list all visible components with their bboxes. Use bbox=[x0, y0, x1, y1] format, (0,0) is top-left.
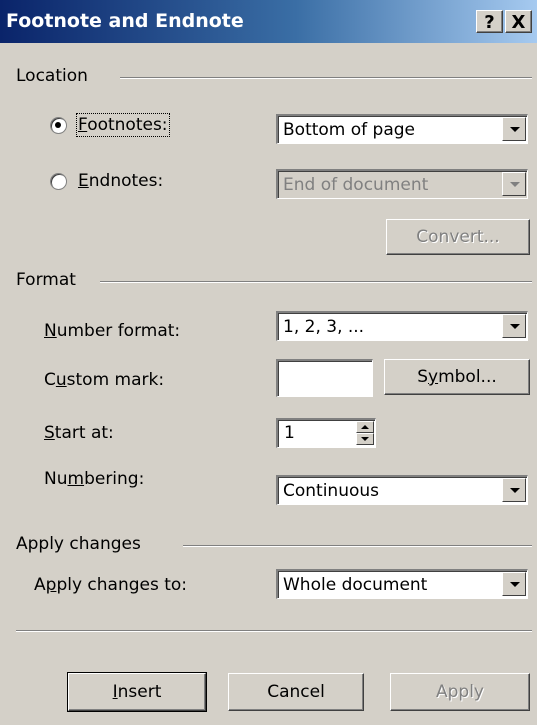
symbol-button[interactable]: Symbol... bbox=[384, 359, 530, 395]
start-at-spinner[interactable]: 1 bbox=[276, 418, 376, 448]
insert-button[interactable]: Insert bbox=[67, 672, 207, 712]
dialog-title: Footnote and Endnote bbox=[6, 10, 244, 32]
apply-changes-to-select[interactable]: Whole document bbox=[276, 569, 528, 599]
apply-changes-group-label: Apply changes bbox=[16, 534, 141, 554]
endnotes-position-dropdown-button[interactable] bbox=[502, 172, 526, 196]
help-button[interactable]: ? bbox=[476, 10, 503, 33]
format-group-label: Format bbox=[16, 270, 76, 290]
numbering-select[interactable]: Continuous bbox=[276, 475, 528, 505]
footnotes-label[interactable]: Footnotes: bbox=[76, 113, 170, 137]
numbering-dropdown-button[interactable] bbox=[502, 478, 526, 502]
chevron-down-icon bbox=[510, 324, 520, 329]
number-format-label: Number format: bbox=[44, 321, 181, 341]
custom-mark-label: Custom mark: bbox=[44, 370, 165, 390]
format-divider bbox=[100, 281, 532, 283]
apply-button[interactable]: Apply bbox=[390, 673, 530, 711]
custom-mark-input[interactable] bbox=[276, 359, 373, 397]
endnotes-position-select[interactable]: End of document bbox=[276, 169, 528, 199]
chevron-down-icon bbox=[510, 182, 520, 187]
number-format-select[interactable]: 1, 2, 3, ... bbox=[276, 311, 528, 341]
numbering-value: Continuous bbox=[283, 481, 380, 501]
endnotes-position-value: End of document bbox=[283, 175, 429, 195]
bottom-divider bbox=[16, 630, 532, 632]
apply-changes-divider bbox=[183, 545, 532, 547]
location-divider bbox=[120, 77, 532, 79]
chevron-down-icon bbox=[510, 488, 520, 493]
radio-selected-dot bbox=[55, 122, 61, 128]
apply-changes-to-value: Whole document bbox=[283, 575, 428, 595]
arrow-down-icon bbox=[361, 437, 369, 441]
footnotes-position-select[interactable]: Bottom of page bbox=[276, 114, 528, 144]
footnotes-position-dropdown-button[interactable] bbox=[502, 117, 526, 141]
apply-changes-to-label: Apply changes to: bbox=[34, 575, 188, 595]
title-bar[interactable]: Footnote and Endnote ? X bbox=[0, 0, 537, 43]
convert-button[interactable]: Convert... bbox=[386, 219, 530, 255]
number-format-value: 1, 2, 3, ... bbox=[283, 317, 365, 337]
endnotes-radio[interactable] bbox=[50, 173, 67, 190]
endnotes-label[interactable]: Endnotes: bbox=[78, 171, 163, 191]
numbering-label: Numbering: bbox=[44, 469, 145, 489]
chevron-down-icon bbox=[510, 127, 520, 132]
close-button[interactable]: X bbox=[505, 10, 532, 33]
number-format-dropdown-button[interactable] bbox=[502, 314, 526, 338]
footnotes-position-value: Bottom of page bbox=[283, 120, 416, 140]
footnotes-radio[interactable] bbox=[50, 117, 67, 134]
apply-changes-to-dropdown-button[interactable] bbox=[502, 572, 526, 596]
chevron-down-icon bbox=[510, 582, 520, 587]
start-at-value: 1 bbox=[284, 423, 295, 443]
spin-up-button[interactable] bbox=[356, 421, 374, 433]
cancel-button[interactable]: Cancel bbox=[228, 673, 364, 711]
start-at-label: Start at: bbox=[44, 423, 114, 443]
location-group-label: Location bbox=[16, 66, 88, 86]
spin-down-button[interactable] bbox=[356, 433, 374, 445]
arrow-up-icon bbox=[361, 425, 369, 429]
